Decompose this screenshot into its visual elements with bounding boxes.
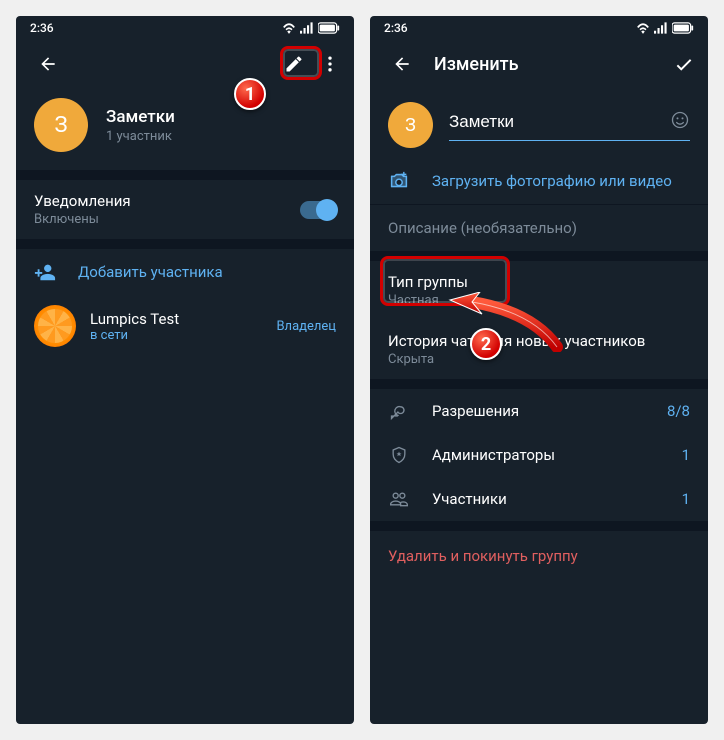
section-divider	[370, 379, 708, 389]
signal-icon	[654, 22, 668, 34]
admins-value: 1	[682, 446, 690, 464]
phone-left: 2:36 З Заметки 1 участник Уведомления Вк…	[16, 16, 354, 724]
status-time: 2:36	[30, 21, 54, 35]
phone-right: 2:36 Изменить З Загрузить фотографию или…	[370, 16, 708, 724]
admins-row[interactable]: Администраторы 1	[370, 433, 708, 477]
group-members-count: 1 участник	[106, 129, 175, 144]
name-input[interactable]	[449, 112, 670, 132]
emoji-icon[interactable]	[670, 110, 690, 134]
member-status: в сети	[90, 328, 262, 343]
add-user-icon	[34, 261, 56, 283]
member-avatar	[34, 305, 76, 347]
upload-photo-button[interactable]: Загрузить фотографию или видео	[370, 158, 708, 204]
permissions-value: 8/8	[667, 402, 690, 420]
camera-plus-icon	[388, 170, 410, 192]
header-title: Изменить	[420, 54, 666, 75]
group-name: Заметки	[106, 107, 175, 127]
arrow-left-icon	[392, 54, 412, 74]
users-icon	[389, 489, 409, 509]
add-member-button[interactable]: Добавить участника	[16, 249, 354, 295]
arrow-left-icon	[38, 54, 58, 74]
statusbar: 2:36	[370, 16, 708, 40]
battery-icon	[672, 22, 694, 34]
edit-name-row: З	[370, 88, 708, 158]
notifications-state: Включены	[34, 212, 131, 227]
statusbar: 2:36	[16, 16, 354, 40]
members-label: Участники	[432, 490, 660, 508]
group-profile: З Заметки 1 участник	[16, 88, 354, 170]
member-name: Lumpics Test	[90, 310, 262, 328]
permissions-label: Разрешения	[432, 402, 645, 420]
upload-photo-label: Загрузить фотографию или видео	[432, 172, 690, 190]
back-button[interactable]	[384, 46, 420, 82]
battery-icon	[318, 22, 340, 34]
section-divider	[16, 239, 354, 249]
members-value: 1	[682, 490, 690, 508]
callout-arrow	[442, 292, 572, 352]
notifications-row[interactable]: Уведомления Включены	[16, 180, 354, 239]
signal-icon	[300, 22, 314, 34]
description-input[interactable]: Описание (необязательно)	[370, 205, 708, 251]
admins-label: Администраторы	[432, 446, 660, 464]
done-button[interactable]	[666, 46, 702, 82]
name-input-wrapper	[449, 110, 690, 141]
callout-badge-1: 1	[234, 78, 266, 110]
callout-box-1	[280, 46, 322, 80]
wifi-icon	[636, 22, 650, 34]
status-time: 2:36	[384, 21, 408, 35]
back-button[interactable]	[30, 46, 66, 82]
history-value: Скрыта	[388, 352, 645, 367]
add-member-label: Добавить участника	[78, 263, 336, 281]
member-row[interactable]: Lumpics Test в сети Владелец	[16, 295, 354, 357]
check-icon	[673, 53, 695, 75]
avatar: З	[34, 98, 88, 152]
shield-star-icon	[389, 445, 409, 465]
section-divider	[16, 170, 354, 180]
notifications-label: Уведомления	[34, 192, 131, 210]
more-vert-icon	[320, 54, 340, 74]
key-icon	[389, 401, 409, 421]
section-divider	[370, 521, 708, 531]
notifications-toggle[interactable]	[300, 201, 336, 219]
member-role: Владелец	[276, 319, 336, 334]
permissions-row[interactable]: Разрешения 8/8	[370, 389, 708, 433]
avatar[interactable]: З	[388, 102, 433, 148]
members-row[interactable]: Участники 1	[370, 477, 708, 521]
delete-group-button[interactable]: Удалить и покинуть группу	[370, 531, 708, 581]
wifi-icon	[282, 22, 296, 34]
header: Изменить	[370, 40, 708, 88]
